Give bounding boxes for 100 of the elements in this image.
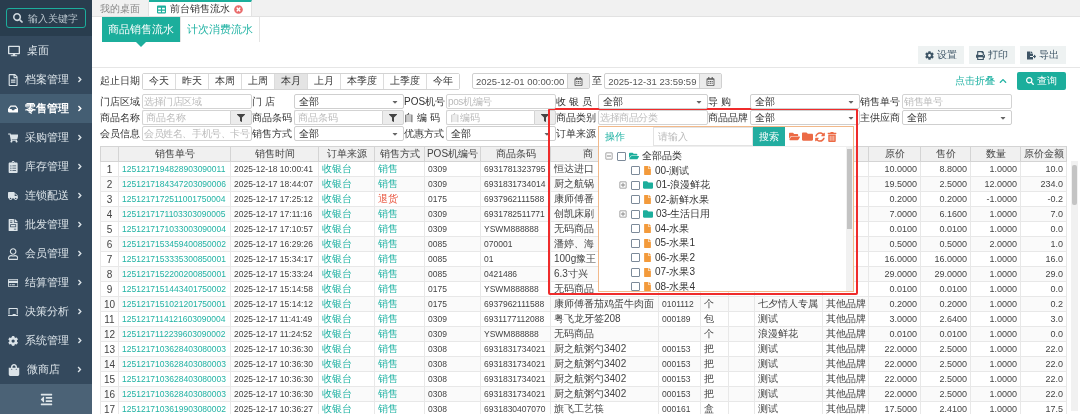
- checkbox[interactable]: [631, 253, 640, 263]
- collapse-icon[interactable]: [605, 152, 613, 161]
- select-field[interactable]: 全部: [446, 126, 556, 141]
- filter-button[interactable]: [230, 110, 252, 125]
- filter-button[interactable]: [382, 110, 404, 125]
- table-cell: 10.0000: [868, 161, 921, 177]
- checkbox[interactable]: [631, 267, 640, 277]
- field-label: 门店区域: [100, 94, 141, 109]
- nav-item[interactable]: 库存管理: [0, 152, 92, 181]
- table-cell: 6931831734021: [480, 356, 551, 372]
- text-field[interactable]: 自编码: [446, 110, 534, 125]
- table-cell: 浪漫鲜花: [754, 326, 823, 342]
- table-cell: 销售: [374, 161, 425, 177]
- category-label[interactable]: 01-浪漫鲜花: [656, 178, 711, 193]
- select-field[interactable]: 全部: [750, 94, 860, 109]
- refresh-icon[interactable]: [815, 131, 825, 142]
- nav-item[interactable]: 零售管理: [0, 94, 92, 123]
- scrollbar[interactable]: [1071, 161, 1078, 411]
- toolbar-button[interactable]: 导出: [1020, 46, 1066, 64]
- nav-item[interactable]: 批发管理: [0, 210, 92, 239]
- table-cell: 1: [100, 161, 119, 177]
- checkbox[interactable]: [631, 282, 640, 291]
- table-cell: 销售: [374, 341, 425, 357]
- table-cell: 2025-12-17 16:29:26: [230, 236, 319, 252]
- folder-icon[interactable]: [802, 131, 813, 142]
- checkbox[interactable]: [631, 224, 640, 234]
- table-cell: 8: [100, 266, 119, 282]
- select-field[interactable]: 全部: [598, 94, 708, 109]
- table-cell: 其他品牌: [822, 371, 869, 387]
- table-cell: 2025-12-17 15:34:17: [230, 251, 319, 267]
- checkbox[interactable]: [631, 180, 640, 190]
- calendar-icon[interactable]: [706, 76, 716, 86]
- text-field[interactable]: 选择门店区域: [142, 94, 252, 109]
- category-label[interactable]: 02-新鲜水果: [655, 192, 710, 207]
- category-label[interactable]: 00-测试: [655, 163, 690, 178]
- table-cell: 个: [700, 296, 729, 312]
- calendar-icon[interactable]: [574, 76, 584, 86]
- table-cell: 销售: [374, 386, 425, 402]
- table-icon: [157, 4, 166, 14]
- expand-icon[interactable]: [619, 210, 627, 219]
- table-cell: 000153: [658, 386, 701, 402]
- nav-item[interactable]: 结算管理: [0, 268, 92, 297]
- category-label[interactable]: 05-水果1: [655, 236, 695, 251]
- nav-item[interactable]: 桌面: [0, 36, 92, 65]
- column-header: 商品条码: [480, 146, 551, 162]
- nav-item[interactable]: 采购管理: [0, 123, 92, 152]
- table-cell: 2025-12-17 15:33:24: [230, 266, 319, 282]
- nav-item[interactable]: 微商店: [0, 355, 92, 384]
- filter-button[interactable]: [534, 110, 556, 125]
- table-cell: 1.0: [1020, 236, 1067, 252]
- checkbox[interactable]: [617, 151, 626, 161]
- collapse-button[interactable]: [0, 384, 92, 414]
- date-preset-button[interactable]: 本月: [275, 73, 308, 89]
- settings-icon: [925, 50, 934, 60]
- table-cell: 1.0000: [970, 161, 1021, 177]
- nav-item[interactable]: 会员管理: [0, 239, 92, 268]
- select-field[interactable]: 全部: [902, 110, 1012, 125]
- nav-item[interactable]: 系统管理: [0, 326, 92, 355]
- text-field[interactable]: 会员姓名、手机号、卡号: [142, 126, 252, 141]
- nav-item[interactable]: 决策分析: [0, 297, 92, 326]
- table-cell: 2025-12-17 17:25:12: [230, 191, 319, 207]
- text-field[interactable]: pos机编号: [446, 94, 556, 109]
- category-label[interactable]: 08-水果4: [655, 279, 695, 291]
- settings-icon: [8, 334, 19, 347]
- column-header: 数量: [970, 146, 1021, 162]
- column-header: 原价金额: [1020, 146, 1067, 162]
- select-field[interactable]: 全部: [750, 110, 860, 125]
- nav-item[interactable]: 档案管理: [0, 65, 92, 94]
- field-label: 自 编 码: [404, 110, 441, 125]
- category-label[interactable]: 04-水果: [655, 221, 690, 236]
- date-field[interactable]: 2025-12-31 23:59:59: [604, 73, 723, 89]
- date-field[interactable]: 2025-12-01 00:00:00: [472, 73, 591, 89]
- filter-icon: [541, 113, 549, 122]
- field-label: 优惠方式: [404, 126, 445, 141]
- expand-icon[interactable]: [619, 181, 627, 190]
- toolbar-button[interactable]: 打印: [969, 46, 1015, 64]
- select-field[interactable]: 全部: [294, 94, 404, 109]
- checkbox[interactable]: [631, 166, 640, 176]
- category-label[interactable]: 03-生活日用: [656, 207, 711, 222]
- page-tab[interactable]: 前台销售流水: [149, 0, 252, 16]
- toolbar-button[interactable]: 设置: [918, 46, 964, 64]
- selected-pointer-icon: [136, 42, 146, 47]
- table-cell: 2025-12-17 10:36:30: [230, 386, 319, 402]
- checkbox[interactable]: [631, 238, 640, 248]
- table-cell: 厨之航粥勺3402: [550, 371, 659, 387]
- category-label[interactable]: 06-水果2: [655, 250, 695, 265]
- checkbox[interactable]: [631, 195, 640, 205]
- search-field[interactable]: 输入关键字: [6, 8, 86, 28]
- checkbox[interactable]: [631, 209, 640, 219]
- select-field[interactable]: 全部: [294, 126, 404, 141]
- date-preset-button[interactable]: 今天: [143, 73, 176, 89]
- table-cell: 测试: [754, 356, 823, 372]
- nav-item[interactable]: 连锁配送: [0, 181, 92, 210]
- table-cell: 厨之航粥勺3402: [550, 341, 659, 357]
- trash-icon[interactable]: [827, 131, 837, 142]
- scrollbar[interactable]: [846, 147, 853, 291]
- category-label[interactable]: 07-水果3: [655, 265, 695, 280]
- table-cell: 2.0000: [970, 236, 1021, 252]
- close-icon[interactable]: [234, 4, 243, 14]
- folder-icon[interactable]: [789, 131, 800, 142]
